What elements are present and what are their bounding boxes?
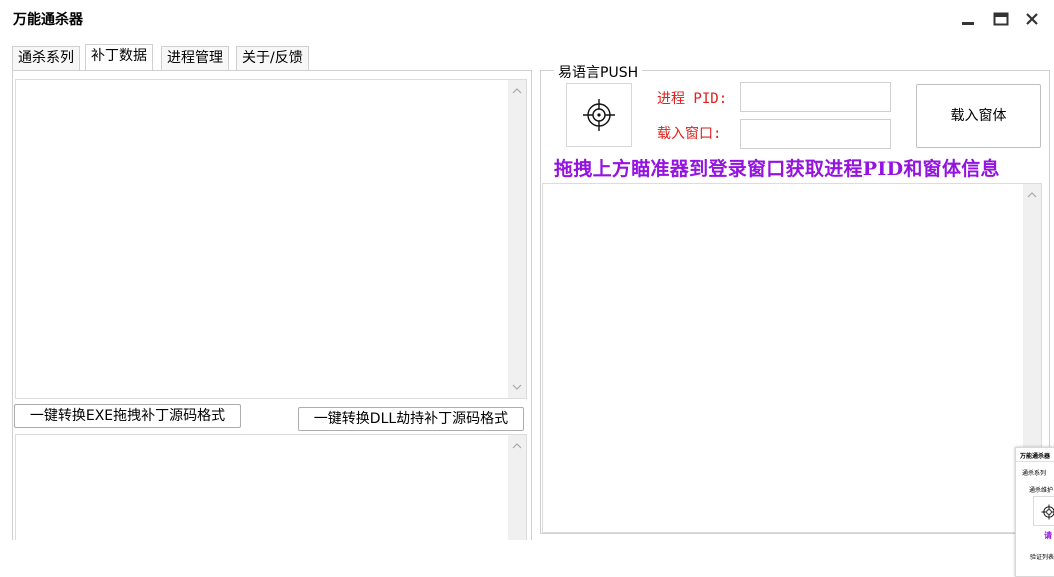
minimize-icon bbox=[962, 22, 974, 25]
window-label: 载入窗口: bbox=[657, 126, 722, 142]
maximize-icon bbox=[993, 12, 1009, 26]
push-group-title: 易语言PUSH bbox=[554, 62, 643, 82]
tab-tongsha[interactable]: 通杀系列 bbox=[12, 46, 80, 70]
mini-window-title: 万能通杀器 bbox=[1020, 453, 1051, 460]
push-output-textarea[interactable] bbox=[542, 183, 1042, 533]
mini-window-preview[interactable]: 万能通杀器 通杀系列 通杀维护 请 验证列表 bbox=[1015, 447, 1054, 577]
tab-about-feedback[interactable]: 关于/反馈 bbox=[236, 46, 309, 70]
drag-hint-text: 拖拽上方瞄准器到登录窗口获取进程PID和窗体信息 bbox=[554, 158, 1000, 180]
mini-group-title: 通杀维护 bbox=[1029, 487, 1054, 494]
patch-source-textarea[interactable] bbox=[15, 79, 527, 399]
converted-output-textarea[interactable] bbox=[15, 434, 527, 540]
mini-hint: 请 bbox=[1044, 531, 1052, 540]
window-title: 万能通杀器 bbox=[13, 12, 83, 28]
tab-patch-data[interactable]: 补丁数据 bbox=[85, 44, 153, 71]
minimize-button[interactable] bbox=[957, 8, 979, 30]
window-field[interactable] bbox=[740, 119, 891, 149]
scroll-down-icon[interactable] bbox=[508, 380, 526, 394]
close-button[interactable] bbox=[1021, 8, 1043, 30]
mini-list-label: 验证列表 bbox=[1030, 554, 1054, 561]
pid-field[interactable] bbox=[740, 82, 891, 112]
scroll-up-icon[interactable] bbox=[508, 84, 526, 98]
mini-divider bbox=[1016, 461, 1054, 462]
crosshair-icon bbox=[583, 99, 615, 131]
convert-exe-button[interactable]: 一键转换EXE拖拽补丁源码格式 bbox=[14, 404, 241, 428]
close-icon bbox=[1026, 13, 1038, 25]
pid-label: 进程 PID: bbox=[657, 91, 728, 107]
vertical-scrollbar[interactable] bbox=[508, 435, 526, 540]
convert-dll-button[interactable]: 一键转换DLL劫持补丁源码格式 bbox=[298, 407, 524, 431]
tab-process-manager[interactable]: 进程管理 bbox=[161, 46, 229, 70]
scroll-up-icon[interactable] bbox=[508, 439, 526, 453]
crosshair-icon bbox=[1041, 504, 1054, 520]
crosshair-drag-target[interactable] bbox=[566, 83, 632, 147]
vertical-scrollbar[interactable] bbox=[508, 80, 526, 398]
mini-tab: 通杀系列 bbox=[1022, 470, 1047, 477]
maximize-button[interactable] bbox=[990, 8, 1012, 30]
mini-crosshair-box bbox=[1033, 496, 1054, 526]
load-window-button[interactable]: 载入窗体 bbox=[916, 84, 1041, 148]
scroll-up-icon[interactable] bbox=[1023, 188, 1041, 202]
